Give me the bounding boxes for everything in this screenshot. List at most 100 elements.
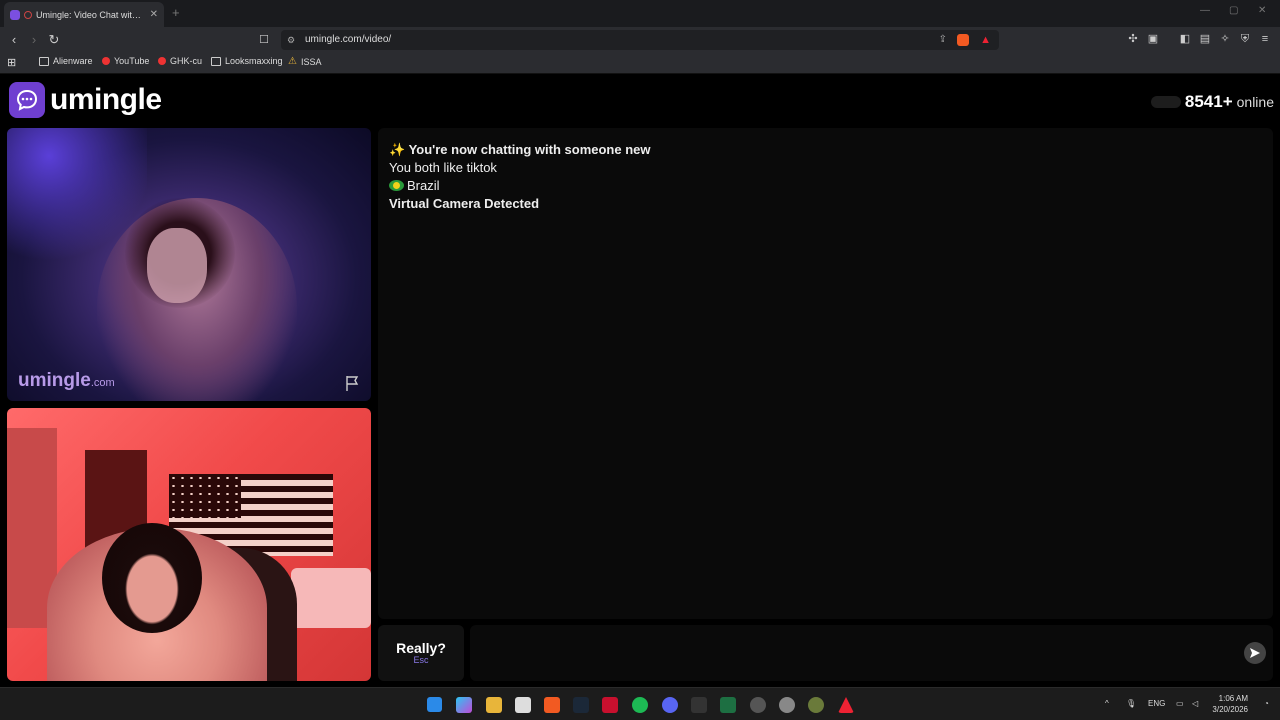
chat-bubble-logo-icon [9, 82, 45, 118]
copilot-icon[interactable] [456, 697, 472, 713]
stranger-face [147, 228, 207, 303]
skip-button-label: Really? [396, 640, 446, 656]
share-icon[interactable]: ⇪ [939, 30, 947, 50]
language-indicator[interactable]: ENG [1148, 699, 1165, 708]
tab-manager-icon[interactable]: ▤ [1198, 32, 1212, 46]
umingle-favicon-icon [10, 9, 20, 20]
browser-toolbar: ‹ › ↻ ☐ ⚙ umingle.com/video/ ⇪ ▲ ✣ ▣ ◧ ▤… [0, 27, 1280, 52]
new-tab-icon[interactable]: + [172, 5, 180, 20]
epic-games-icon[interactable] [691, 697, 707, 713]
audio-playing-icon[interactable] [24, 10, 32, 19]
folder-icon [39, 56, 49, 66]
bookmark-label: GHK-cu [170, 56, 203, 66]
bookmark-issa[interactable]: ⚠ ISSA [288, 56, 321, 67]
bookmark-label: Alienware [53, 56, 93, 66]
video-watermark: umingle.com [18, 370, 115, 392]
wallet-icon[interactable]: ▣ [1146, 32, 1160, 46]
forward-icon[interactable]: › [25, 31, 43, 49]
clock-date: 3/20/2026 [1212, 705, 1248, 714]
virtual-camera-warning: Virtual Camera Detected [389, 196, 540, 211]
self-head [102, 523, 202, 633]
url-text: umingle.com/video/ [305, 34, 392, 45]
system-message: ✨ You're now chatting with someone new [389, 142, 651, 157]
bookmark-looksmaxxing[interactable]: Looksmaxxing [211, 56, 283, 66]
start-icon[interactable] [427, 697, 442, 712]
back-icon[interactable]: ‹ [5, 31, 23, 49]
browser-tabbar: Umingle: Video Chat with Str ✕ + — ▢ ✕ [0, 0, 1280, 27]
site-logo[interactable]: umingle [9, 82, 162, 118]
issa-icon: ⚠ [288, 56, 297, 67]
bookmark-label: Looksmaxxing [225, 56, 283, 66]
volume-icon[interactable]: ◁ [1192, 699, 1198, 708]
folder-icon [211, 56, 221, 66]
adobe-icon[interactable] [838, 697, 854, 713]
discord-icon[interactable] [662, 697, 678, 713]
tab-umingle[interactable]: Umingle: Video Chat with Str ✕ [4, 2, 164, 27]
red-app-icon[interactable] [602, 697, 618, 713]
stranger-video: umingle.com [7, 128, 371, 401]
bookmark-youtube[interactable]: YouTube [102, 56, 149, 66]
sidebar-icon[interactable]: ◧ [1178, 32, 1192, 46]
notifications-icon[interactable]: ◔ [1264, 699, 1269, 708]
menu-icon[interactable]: ≡ [1258, 32, 1272, 46]
brave-rewards-icon[interactable]: ▲ [980, 30, 991, 50]
bookmarks-bar: ⊞ Alienware YouTube GHK-cu Looksmaxxing … [0, 52, 1280, 74]
youtube-icon [158, 57, 166, 65]
send-button[interactable] [1244, 642, 1266, 664]
close-tab-icon[interactable]: ✕ [150, 9, 158, 20]
file-explorer-icon[interactable] [486, 697, 502, 713]
bookmark-label: ISSA [300, 56, 322, 67]
report-flag-icon[interactable] [343, 374, 361, 392]
logo-wordmark: umingle [50, 83, 162, 116]
bookmark-alienware[interactable]: Alienware [39, 56, 93, 66]
app-icon[interactable] [750, 697, 766, 713]
leo-ai-icon[interactable]: ✧ [1218, 32, 1232, 46]
game-icon[interactable] [808, 697, 824, 713]
settings-icon[interactable] [779, 697, 795, 713]
microphone-icon[interactable]: 🎙 [1126, 699, 1136, 708]
clock-time: 1:06 AM [1218, 694, 1248, 703]
skip-button[interactable]: Really? Esc [378, 625, 464, 681]
self-video [7, 408, 371, 681]
brave-shields-icon[interactable] [957, 34, 969, 46]
country-name: Brazil [407, 178, 440, 193]
bookmark-icon[interactable]: ☐ [255, 31, 273, 49]
youtube-icon [102, 57, 110, 65]
skip-shortcut-hint: Esc [413, 655, 429, 665]
status-toggle[interactable] [1150, 96, 1181, 108]
network-icon[interactable]: ▭ [1176, 699, 1184, 708]
flag-canton [169, 474, 241, 518]
extensions-icon[interactable]: ✣ [1126, 32, 1140, 46]
room-bed [291, 568, 371, 628]
online-label: online [1236, 94, 1274, 110]
chat-log: ✨ You're now chatting with someone new Y… [378, 128, 1273, 619]
maximize-icon[interactable]: ▢ [1229, 5, 1238, 16]
brazil-flag-icon [389, 180, 404, 191]
reload-icon[interactable]: ↻ [45, 31, 63, 49]
send-icon [1250, 648, 1260, 658]
watermark-suffix: .com [90, 377, 115, 389]
message-input[interactable] [470, 625, 1273, 681]
apps-grid-icon[interactable]: ⊞ [7, 56, 16, 69]
brave-icon[interactable] [544, 697, 560, 713]
windows-taskbar: ^ 🎙 ENG ▭ ◁ 1:06 AM 3/20/2026 ◔ [0, 687, 1280, 720]
spotify-icon[interactable] [632, 697, 648, 713]
online-count: 8541+ [1184, 92, 1233, 111]
watermark-text: umingle [18, 370, 91, 391]
bookmark-ghk-cu[interactable]: GHK-cu [158, 56, 202, 66]
store-icon[interactable] [515, 697, 531, 713]
excel-icon[interactable] [720, 697, 736, 713]
country-message: Brazil [389, 177, 1262, 195]
tray-overflow-icon[interactable]: ^ [1105, 699, 1109, 708]
bookmark-label: YouTube [114, 56, 150, 66]
vpn-icon[interactable]: ⛨ [1238, 32, 1252, 46]
minimize-icon[interactable]: — [1200, 5, 1210, 16]
system-clock[interactable]: 1:06 AM 3/20/2026 [1212, 693, 1248, 715]
steam-icon[interactable] [573, 697, 589, 713]
online-counter: 8541+ online [1150, 92, 1274, 112]
site-settings-icon[interactable]: ⚙ [287, 30, 295, 50]
common-interest-message: You both like tiktok [389, 160, 497, 175]
address-bar[interactable]: ⚙ umingle.com/video/ ⇪ ▲ [281, 30, 999, 50]
tab-title: Umingle: Video Chat with Str [36, 9, 146, 20]
close-window-icon[interactable]: ✕ [1258, 5, 1266, 16]
